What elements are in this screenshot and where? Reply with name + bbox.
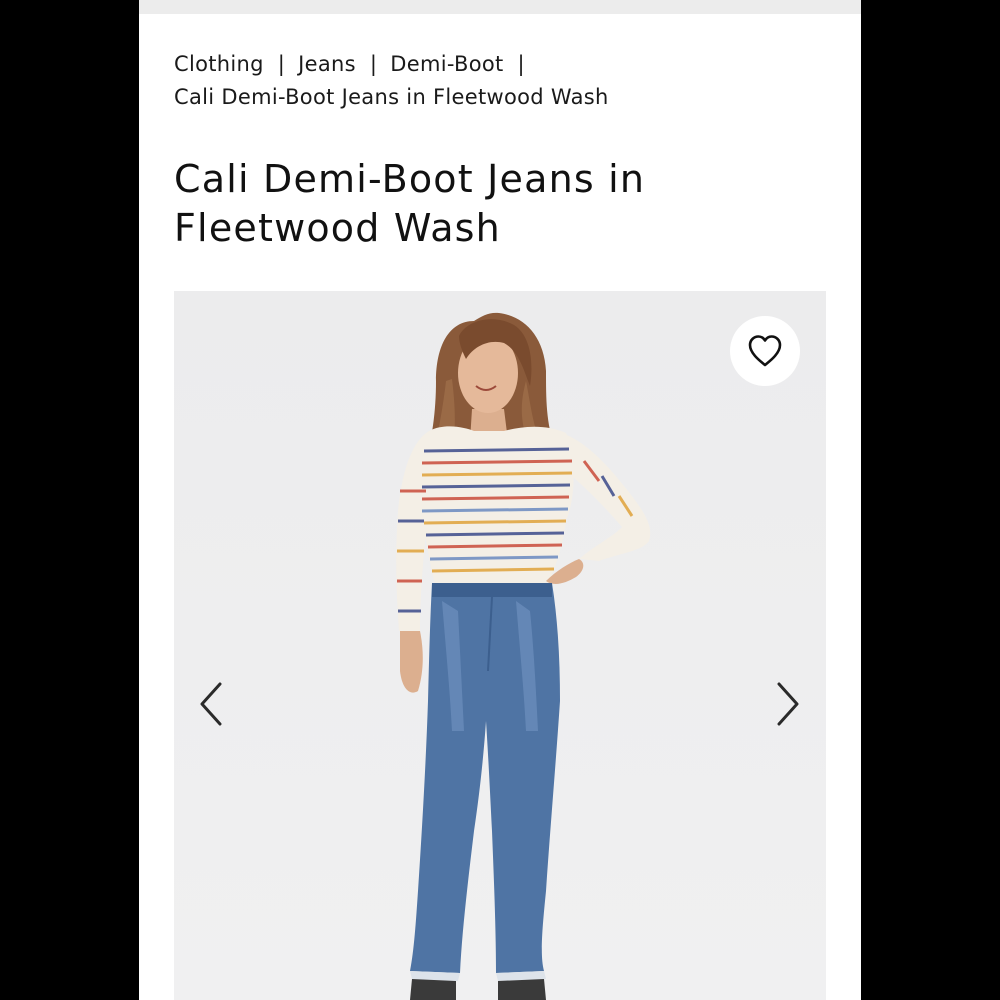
top-strip — [139, 0, 861, 14]
chevron-left-icon — [200, 682, 222, 726]
breadcrumb-separator: | — [277, 52, 286, 76]
breadcrumb-current: Cali Demi-Boot Jeans in Fleetwood Wash — [174, 85, 609, 109]
breadcrumb-link-clothing[interactable]: Clothing — [174, 52, 264, 76]
next-image-button[interactable] — [768, 679, 808, 729]
heart-outline-icon — [748, 335, 782, 367]
breadcrumb-separator: | — [369, 52, 378, 76]
product-page: Clothing | Jeans | Demi-Boot | Cali Demi-Boot … — [139, 0, 861, 1000]
previous-image-button[interactable] — [191, 679, 231, 729]
product-image-gallery[interactable] — [174, 291, 826, 1000]
breadcrumb: Clothing | Jeans | Demi-Boot | Cali Demi-Boot … — [174, 48, 814, 114]
breadcrumb-separator: | — [517, 52, 525, 76]
favorite-button[interactable] — [730, 316, 800, 386]
breadcrumb-link-demi-boot[interactable]: Demi-Boot — [390, 52, 503, 76]
chevron-right-icon — [777, 682, 799, 726]
product-photo — [396, 312, 651, 1000]
product-title: Cali Demi-Boot Jeans in Fleetwood Wash — [174, 157, 646, 250]
breadcrumb-link-jeans[interactable]: Jeans — [298, 52, 356, 76]
